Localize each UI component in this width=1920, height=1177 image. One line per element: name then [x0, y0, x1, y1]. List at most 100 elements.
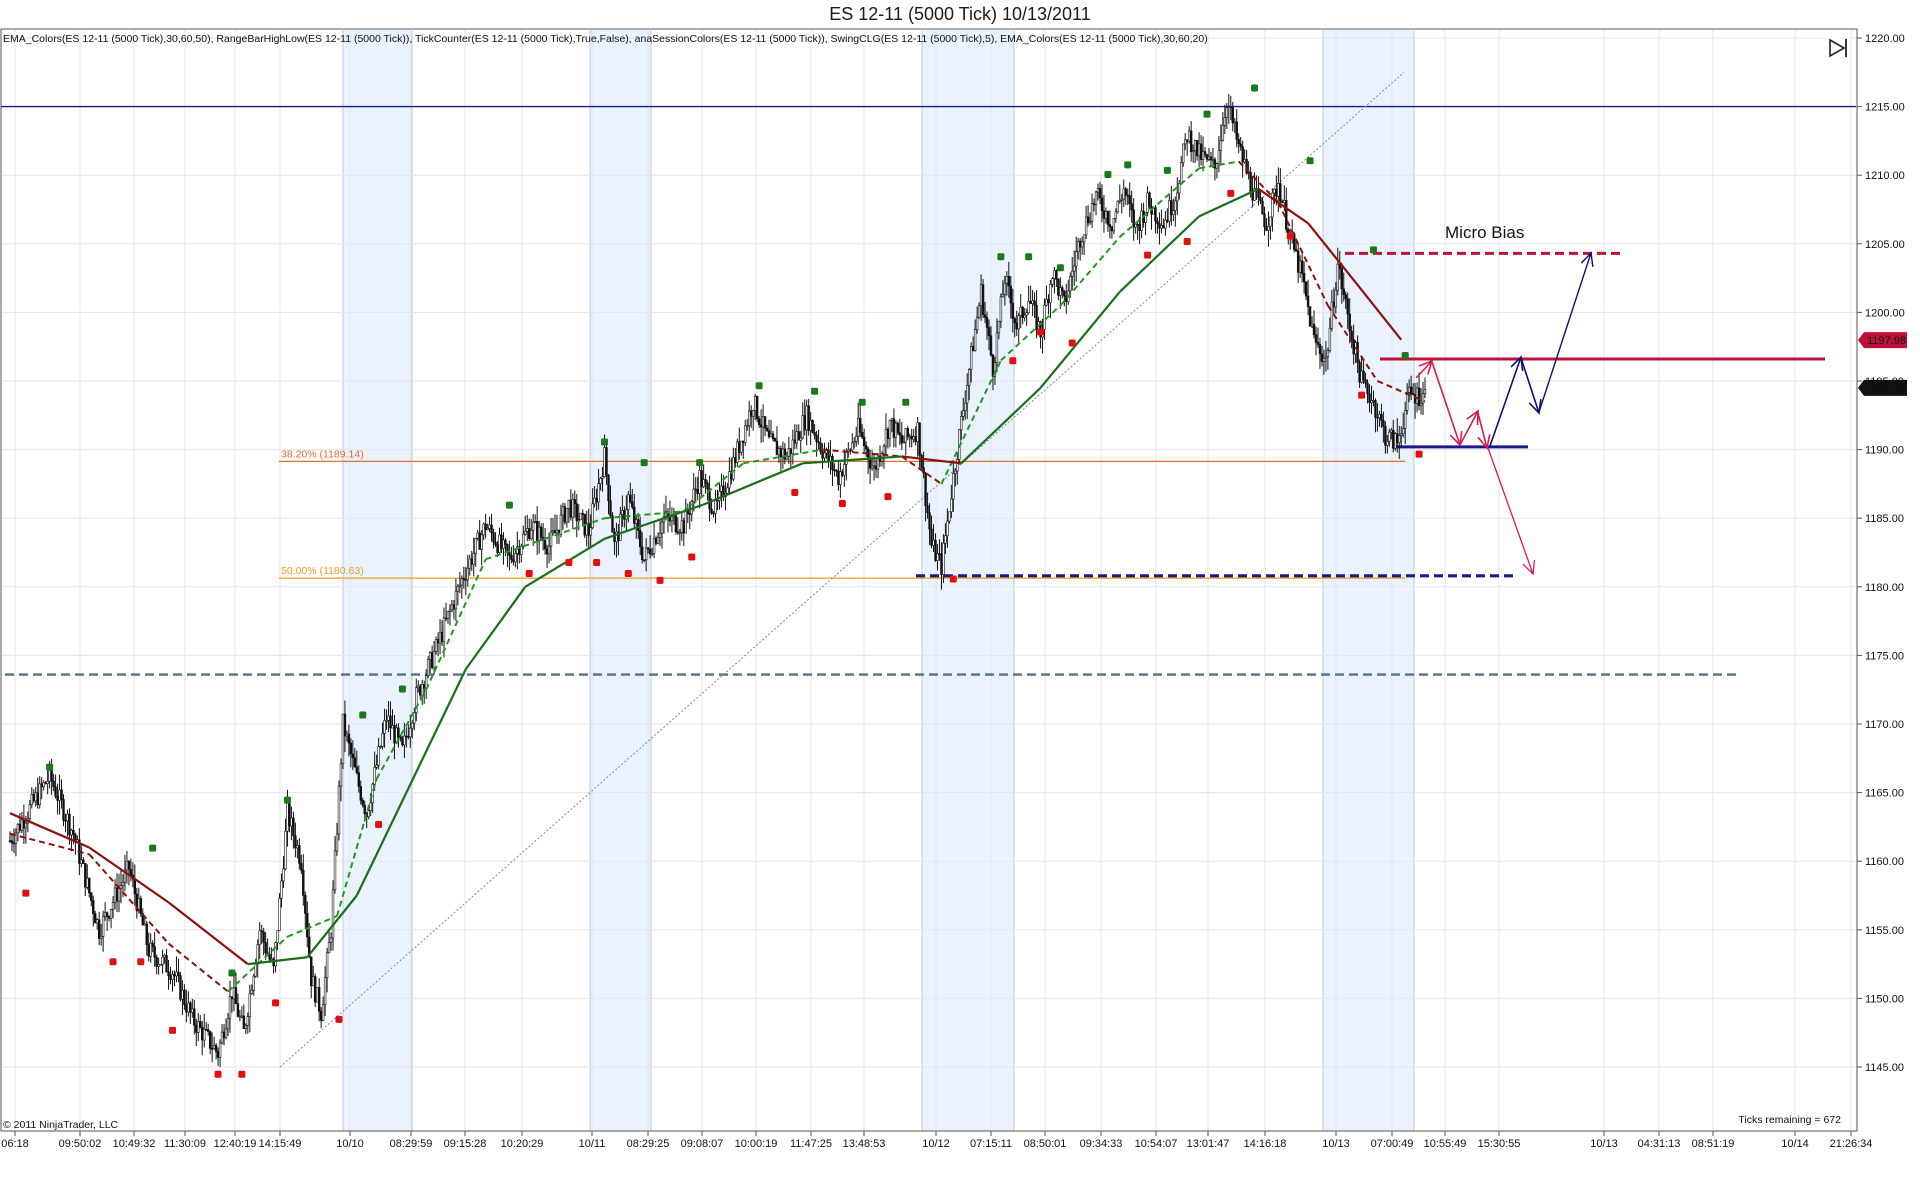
- price-bar-body: [1413, 394, 1417, 404]
- price-bar-body: [10, 840, 14, 844]
- price-bar-body: [510, 555, 513, 560]
- swing-low-marker: [656, 576, 664, 584]
- price-bar-body: [1027, 300, 1030, 314]
- price-bar-body: [1051, 278, 1054, 285]
- price-bar-body: [749, 410, 753, 417]
- price-bar-body: [220, 1031, 224, 1044]
- price-bar-body: [147, 944, 150, 957]
- price-bar-body: [1390, 429, 1393, 433]
- x-tick-label: 04:31:13: [1638, 1138, 1681, 1150]
- y-tick-label: 1185.00: [1865, 513, 1904, 525]
- price-bar-body: [315, 987, 319, 1003]
- price-bar-body: [1217, 149, 1221, 165]
- price-bar-body: [864, 445, 868, 450]
- price-bar-body: [18, 823, 22, 831]
- price-bar-body: [436, 639, 440, 644]
- price-bar-body: [109, 909, 113, 919]
- price-bar-body: [177, 971, 180, 976]
- price-bar-body: [573, 499, 577, 505]
- price-bar-body: [1063, 290, 1066, 297]
- price-bar-body: [1352, 339, 1355, 355]
- price-bar-body: [432, 651, 436, 668]
- price-bar-body: [1015, 322, 1018, 330]
- price-bar-body: [1007, 276, 1011, 287]
- price-bar-body: [547, 545, 551, 555]
- price-bar-body: [1304, 281, 1308, 297]
- price-bar-body: [56, 796, 59, 801]
- price-bar-body: [545, 548, 549, 555]
- price-bar-body: [383, 720, 386, 734]
- price-bar-body: [325, 952, 329, 979]
- price-bar-body: [1096, 188, 1100, 193]
- price-bar-body: [155, 957, 158, 967]
- price-bar-body: [593, 497, 596, 505]
- price-bar-body: [349, 742, 353, 755]
- chart-title: ES 12-11 (5000 Tick) 10/13/2011: [829, 4, 1091, 24]
- price-bar-body: [912, 436, 915, 440]
- session-band: [343, 30, 412, 1131]
- price-bar-body: [1372, 400, 1375, 402]
- swing-high-marker: [1251, 84, 1259, 92]
- price-bar-body: [246, 1016, 250, 1026]
- price-bar-body: [1116, 201, 1120, 213]
- price-bar-body: [264, 942, 267, 954]
- price-bar-body: [484, 523, 487, 530]
- price-bar-body: [1193, 140, 1197, 151]
- session-band: [590, 30, 651, 1131]
- price-bar-body: [605, 447, 608, 476]
- price-bar-body: [80, 859, 83, 864]
- price-bar-body: [294, 835, 297, 849]
- fib-label: 50.00% (1180.63): [281, 565, 364, 577]
- chart-canvas[interactable]: ES 12-11 (5000 Tick) 10/13/2011 38.20% (…: [0, 0, 1920, 1177]
- price-bar-body: [1160, 225, 1163, 229]
- price-bar-body: [1223, 117, 1227, 126]
- price-bar-body: [837, 470, 840, 485]
- price-bar-body: [133, 878, 137, 895]
- price-bar-body: [938, 553, 941, 555]
- price-bar-body: [1075, 251, 1078, 267]
- price-bar-body: [240, 1015, 244, 1018]
- price-bar-body: [1112, 218, 1116, 232]
- price-bar-body: [430, 652, 434, 668]
- x-tick-label: 08:29:25: [627, 1138, 670, 1150]
- price-bar-body: [678, 531, 682, 534]
- price-bar-body: [1158, 223, 1161, 229]
- price-bar-body: [1366, 382, 1369, 395]
- price-bar-body: [1378, 414, 1381, 418]
- price-bar-body: [1400, 433, 1403, 436]
- price-bar-body: [894, 422, 898, 438]
- price-bar-body: [874, 465, 878, 470]
- price-bar-body: [42, 782, 45, 788]
- price-bar-body: [494, 542, 497, 545]
- x-tick-label: 08:51:19: [1692, 1138, 1735, 1150]
- price-bar-body: [1017, 315, 1020, 330]
- price-bar-body: [1360, 370, 1363, 383]
- price-bar-body: [670, 516, 674, 522]
- price-bar-body: [1011, 302, 1014, 319]
- price-bar-body: [1003, 282, 1007, 295]
- price-bar-body: [101, 916, 105, 937]
- price-bar-body: [625, 509, 628, 520]
- price-bar-body: [1182, 143, 1185, 163]
- price-bar-body: [629, 494, 632, 503]
- price-bar-body: [244, 1025, 248, 1030]
- price-bar-body: [631, 501, 634, 508]
- price-bar-body: [403, 735, 406, 746]
- price-bar-body: [1392, 429, 1395, 449]
- price-bar-body: [833, 469, 836, 472]
- price-bar-body: [1197, 143, 1201, 157]
- price-bar-body: [569, 499, 573, 518]
- swing-high-marker: [858, 398, 866, 406]
- price-bar-body: [795, 431, 798, 444]
- price-bar-body: [1049, 283, 1052, 304]
- price-bar-body: [732, 457, 735, 480]
- price-bar-body: [129, 869, 133, 876]
- price-bar-body: [438, 631, 442, 644]
- price-bar-body: [975, 317, 979, 330]
- price-bar-body: [1029, 300, 1032, 305]
- price-bar-body: [1176, 192, 1179, 202]
- price-bar-body: [317, 987, 321, 1012]
- scroll-to-end-icon[interactable]: [1826, 37, 1850, 59]
- price-bar-body: [1180, 162, 1183, 184]
- price-bar-body: [1330, 301, 1334, 329]
